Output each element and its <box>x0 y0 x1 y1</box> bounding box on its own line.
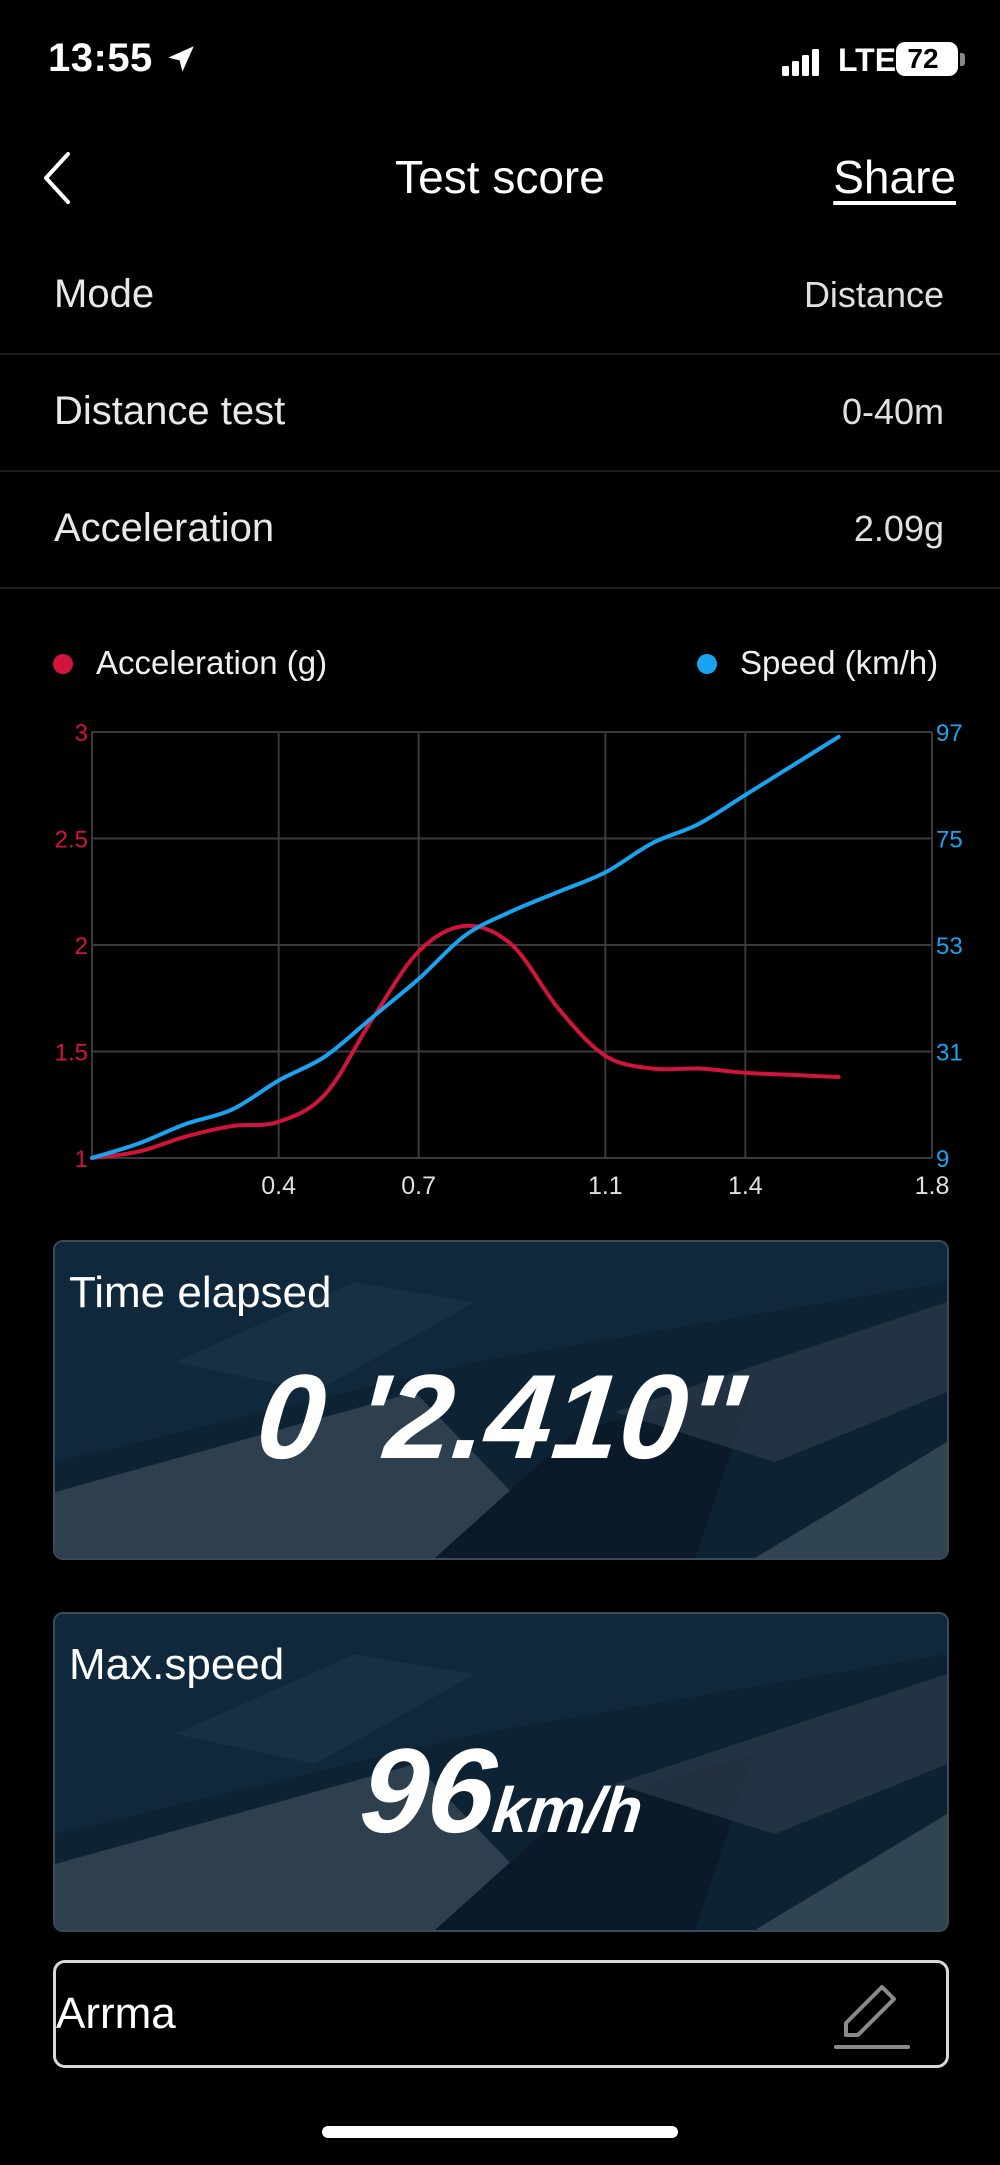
vehicle-name-value: Arrma <box>56 1989 176 2038</box>
edit-pencil-icon[interactable] <box>832 1977 912 2055</box>
left-axis-tick-label: 1.5 <box>55 1040 88 1067</box>
time-elapsed-label: Time elapsed <box>69 1268 332 1317</box>
info-row-distance-test: Distance test 0-40m <box>0 353 1000 472</box>
row-label: Acceleration <box>54 506 275 550</box>
left-axis-tick-label: 3 <box>75 720 88 747</box>
speed-legend-dot <box>697 654 717 674</box>
speed-series-line <box>90 734 841 1160</box>
right-axis-tick-label: 97 <box>936 720 963 747</box>
battery-cap <box>960 53 965 66</box>
max-speed-unit: km/h <box>489 1774 647 1846</box>
row-value: 2.09g <box>853 508 944 549</box>
x-axis-tick-label: 1.4 <box>728 1172 763 1200</box>
x-axis-tick-label: 0.4 <box>261 1172 296 1200</box>
row-label: Distance test <box>54 389 286 433</box>
info-row-acceleration: Acceleration 2.09g <box>0 470 1000 589</box>
network-type: LTE <box>838 42 897 78</box>
info-row-mode: Mode Distance <box>0 236 1000 355</box>
x-axis-tick-label: 1.8 <box>915 1172 950 1200</box>
acceleration-legend-dot <box>53 654 73 674</box>
max-speed-display: 96km/h <box>55 1724 947 1893</box>
x-axis-tick-label: 0.7 <box>401 1172 436 1200</box>
battery-level: 72 <box>907 43 939 74</box>
left-axis-tick-label: 2 <box>75 933 88 960</box>
x-axis-tick-label: 1.1 <box>588 1172 623 1200</box>
vehicle-name-field[interactable]: Arrma <box>53 1960 949 2068</box>
time-elapsed-value: 0 '2.410" <box>251 1350 751 1484</box>
row-label: Mode <box>54 272 155 316</box>
acceleration-legend-label: Acceleration (g) <box>96 644 328 681</box>
right-axis-tick-label: 53 <box>936 933 963 960</box>
left-axis-tick-label: 1 <box>75 1146 88 1173</box>
battery-icon: 72 <box>896 42 958 76</box>
right-axis-tick-label: 9 <box>936 1146 949 1173</box>
signal-bars-icon <box>782 49 819 76</box>
location-arrow-icon <box>168 46 194 72</box>
home-indicator <box>322 2126 678 2138</box>
time-elapsed-card: Time elapsed 0 '2.410" <box>53 1240 949 1560</box>
left-axis-tick-label: 2.5 <box>55 827 88 854</box>
right-axis-tick-label: 75 <box>936 827 963 854</box>
row-value: 0-40m <box>841 391 944 432</box>
share-button[interactable]: Share <box>833 150 956 204</box>
max-speed-label: Max.speed <box>69 1640 285 1689</box>
max-speed-card: Max.speed 96km/h <box>53 1612 949 1932</box>
row-value: Distance <box>803 274 944 315</box>
acceleration-speed-chart: 1 1.5 2 2.5 3 9 31 53 75 97 0.4 0.7 1.1 1.4 1.8 <box>55 720 963 1200</box>
max-speed-value: 96 <box>354 1724 503 1858</box>
status-time: 13:55 <box>48 36 153 80</box>
acceleration-series-line <box>90 923 841 1160</box>
right-axis-tick-label: 31 <box>936 1040 963 1067</box>
speed-legend-label: Speed (km/h) <box>740 644 939 681</box>
